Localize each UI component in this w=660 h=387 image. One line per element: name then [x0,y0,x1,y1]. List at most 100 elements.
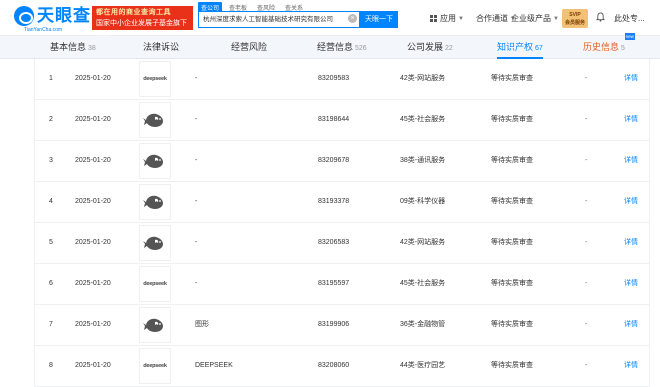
company-section-tabs: 基本信息 38 法律诉讼 经营风险 经营信息 526 公司发展 22 知识产权 67 历… [0,33,660,59]
detail-link[interactable]: 详情 [624,346,638,386]
bell-icon[interactable] [596,12,605,22]
tab-intellectual-property[interactable]: 知识产权 67 [497,36,543,59]
detail-link[interactable]: 详情 [624,100,638,140]
application-date: 2025-01-20 [75,75,111,82]
international-class: 38类-通讯服务 [400,157,446,164]
tab-business-risk[interactable]: 经营风险 [231,36,267,59]
international-class: 45类-社会服务 [400,116,446,123]
empty-value: - [585,198,588,205]
trademark-image[interactable]: deepseek [139,348,171,384]
detail-link[interactable]: 详情 [624,305,638,345]
whale-logo-icon [143,192,167,212]
nav-enterprise[interactable]: 企业级产品 ▼ [511,13,559,24]
row-index: 5 [49,239,53,246]
tab-count: 67 [535,45,543,52]
user-menu[interactable]: 此处专... [614,13,645,24]
application-date: 2025-01-20 [75,239,111,246]
trademark-name: - [195,157,198,164]
tab-count: 5 [621,45,625,52]
registration-number: 83209583 [318,75,350,82]
row-index: 6 [49,280,53,287]
tab-label: 经营风险 [231,42,268,52]
trademark-image[interactable] [139,143,171,179]
row-index: 8 [49,362,53,369]
application-date: 2025-01-20 [75,198,111,205]
application-date: 2025-01-20 [75,362,111,369]
trademark-name: - [195,239,198,246]
table-row: 7 2025-01-20 图形 83199906 36类-金融物管 等待实质审查 - 详情 [34,305,650,346]
top-header: 天眼查 TianYanCha.com 都在用的商业查询工具 国家中小企业发展子基… [0,0,660,38]
logo-subtitle: TianYanCha.com [24,27,63,33]
whale-logo-icon [143,110,167,130]
tab-basic-info[interactable]: 基本信息 38 [50,36,96,59]
trademark-status: 等待实质审查 [491,116,533,123]
international-class: 42类-网站服务 [400,75,446,82]
trademark-image[interactable] [139,102,171,138]
table-row: 5 2025-01-20 - 83206583 42类-网站服务 等待实质审查 - 详情 [34,223,650,264]
eye-logo-icon [14,6,34,26]
international-class: 36类-金融物管 [400,321,446,328]
trademark-name: DEEPSEEK [195,362,233,369]
tab-label: 基本信息 [50,42,87,52]
trademark-status: 等待实质审查 [491,239,533,246]
international-class: 09类-科学仪器 [400,198,446,205]
user-name: 此处专... [614,14,645,23]
search-button[interactable]: 天眼一下 [360,11,398,28]
application-date: 2025-01-20 [75,280,111,287]
trademark-status: 等待实质审查 [491,157,533,164]
trademark-image[interactable]: deepseek [139,266,171,302]
detail-link[interactable]: 详情 [624,223,638,263]
detail-link[interactable]: 详情 [624,182,638,222]
grid-icon [430,15,437,22]
promo-banner[interactable]: 都在用的商业查询工具 国家中小企业发展子基金旗下机构 [92,6,193,38]
row-index: 2 [49,116,53,123]
trademark-image[interactable] [139,307,171,343]
tab-label: 知识产权 [497,42,534,52]
chevron-down-icon: ▼ [458,15,464,22]
logo-text: 天眼查 [37,6,91,25]
registration-number: 83199906 [318,321,350,328]
deepseek-wordmark-icon: deepseek [143,281,167,287]
trademark-name: - [195,116,198,123]
trademark-name: - [195,280,198,287]
detail-link[interactable]: 详情 [624,141,638,181]
tab-history[interactable]: 历史信息 5 new [583,33,635,59]
tab-label: 法律诉讼 [143,42,180,52]
svip-badge[interactable]: SVIP 会员服务 [562,9,588,28]
trademark-image[interactable]: deepseek [139,61,171,97]
trademark-status: 等待实质审查 [491,280,533,287]
tab-company-development[interactable]: 公司发展 22 [407,36,453,59]
search-input[interactable]: 杭州深度求索人工智能基础技术研究有限公司 [198,11,360,28]
trademark-status: 等待实质审查 [491,321,533,328]
detail-link[interactable]: 详情 [624,59,638,99]
registration-number: 83208060 [318,362,350,369]
left-gutter [0,59,34,381]
table-row: 4 2025-01-20 - 83193378 09类-科学仪器 等待实质审查 - 详情 [34,182,650,223]
registration-number: 83209678 [318,157,350,164]
trademark-name: - [195,75,198,82]
whale-logo-icon [143,233,167,253]
clear-search-icon[interactable]: × [348,14,357,23]
detail-link[interactable]: 详情 [624,264,638,304]
trademark-status: 等待实质审查 [491,198,533,205]
whale-logo-icon [143,151,167,171]
vip-service-label: 会员服务 [564,20,585,26]
tianyancha-logo[interactable]: 天眼查 [14,6,91,26]
deepseek-wordmark-icon: deepseek [143,76,167,82]
empty-value: - [585,157,588,164]
nav-cooperation[interactable]: 合作通道 ▼ [476,13,516,24]
empty-value: - [585,75,588,82]
trademark-status: 等待实质审查 [491,75,533,82]
row-index: 3 [49,157,53,164]
nav-apps[interactable]: 应用 ▼ [430,13,464,24]
application-date: 2025-01-20 [75,321,111,328]
row-index: 7 [49,321,53,328]
tab-business-info[interactable]: 经营信息 526 [317,36,367,59]
tab-count: 22 [445,45,453,52]
tab-count: 526 [355,45,367,52]
tab-legal[interactable]: 法律诉讼 [143,36,179,59]
registration-number: 83198644 [318,116,350,123]
trademark-image[interactable] [139,184,171,220]
tab-label: 经营信息 [317,42,354,52]
trademark-image[interactable] [139,225,171,261]
